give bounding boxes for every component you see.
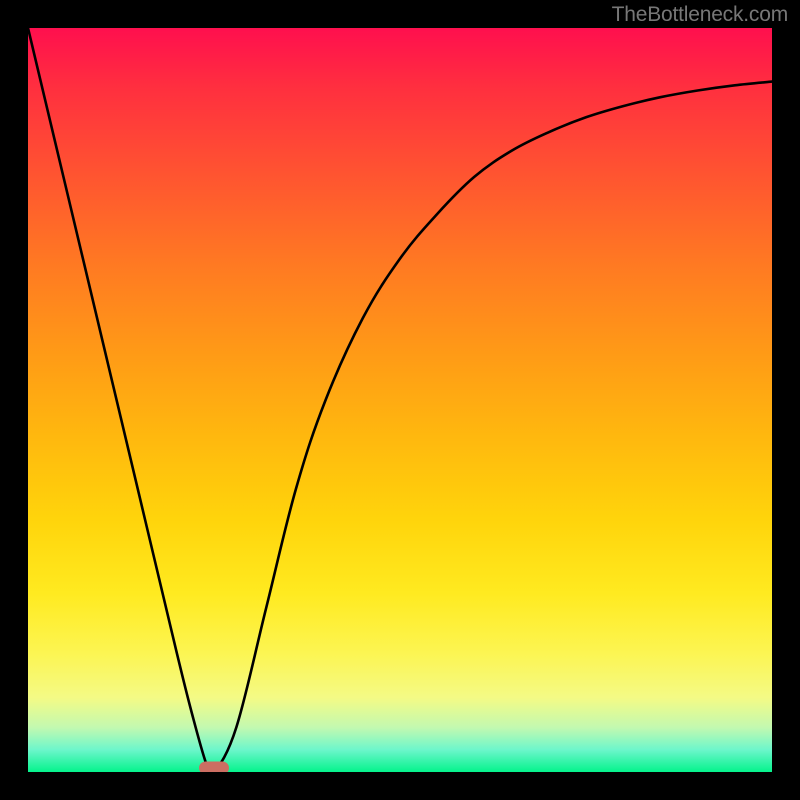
watermark-text: TheBottleneck.com — [612, 3, 788, 27]
chart-frame: TheBottleneck.com — [0, 0, 800, 800]
plot-area — [28, 28, 772, 772]
optimal-point-marker — [199, 762, 229, 773]
curve-svg — [28, 28, 772, 772]
bottleneck-curve — [28, 28, 772, 772]
